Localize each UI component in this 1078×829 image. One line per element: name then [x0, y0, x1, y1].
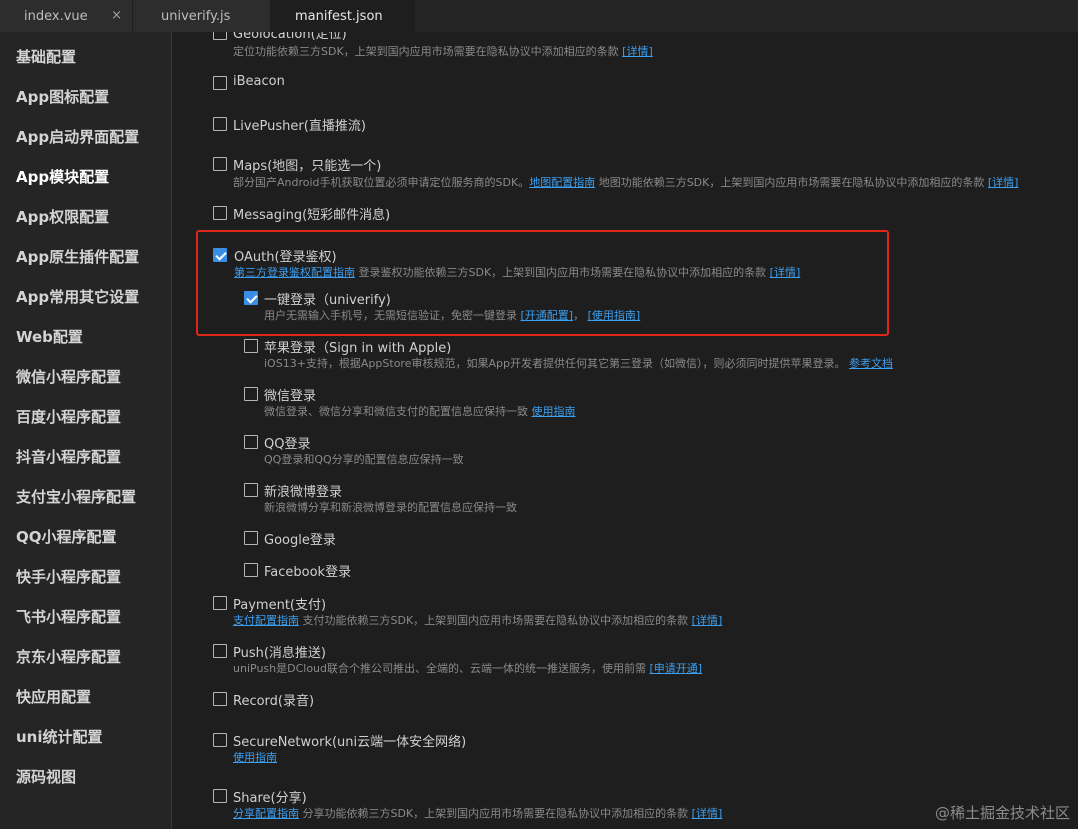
sina-login-checkbox[interactable]	[244, 483, 258, 497]
google-login-checkbox[interactable]	[244, 531, 258, 545]
push-apply-link[interactable]: [申请开通]	[650, 662, 703, 675]
univerify-title: 一键登录（univerify)	[264, 293, 391, 308]
tab-manifest-json[interactable]: manifest.json	[271, 0, 415, 32]
facebook-login-title: Facebook登录	[264, 565, 352, 580]
sidebar-item-kuaishou-mp[interactable]: 快手小程序配置	[16, 566, 121, 587]
oauth-desc: 第三方登录鉴权配置指南 登录鉴权功能依赖三方SDK，上架到国内应用市场需要在隐私…	[234, 266, 801, 279]
push-desc: uniPush是DCloud联合个推公司推出、全端的、云端一体的统一推送服务，使…	[233, 662, 703, 675]
univerify-desc: 用户无需输入手机号，无需短信验证，免密一键登录 [开通配置]， [使用指南]	[264, 309, 641, 322]
payment-guide-link[interactable]: 支付配置指南	[233, 614, 299, 627]
sidebar-item-app-icon[interactable]: App图标配置	[16, 86, 109, 107]
editor-tab-bar: index.vue × univerify.js manifest.json	[0, 0, 1078, 32]
oauth-guide-link[interactable]: 第三方登录鉴权配置指南	[234, 266, 355, 279]
modules-panel: Geolocation(定位) 定位功能依赖三方SDK，上架到国内应用市场需要在…	[173, 32, 1078, 829]
share-guide-link[interactable]: 分享配置指南	[233, 807, 299, 820]
payment-desc: 支付配置指南 支付功能依赖三方SDK，上架到国内应用市场需要在隐私协议中添加相应…	[233, 614, 723, 627]
payment-detail-link[interactable]: [详情]	[692, 614, 723, 627]
record-checkbox[interactable]	[213, 692, 227, 706]
sidebar-item-app-permissions[interactable]: App权限配置	[16, 206, 109, 227]
weixin-login-title: 微信登录	[264, 389, 317, 404]
push-title: Push(消息推送)	[233, 646, 327, 661]
qq-login-title: QQ登录	[264, 437, 311, 452]
ibeacon-title: iBeacon	[233, 74, 285, 89]
sidebar-item-app-splash[interactable]: App启动界面配置	[16, 126, 139, 147]
weixin-guide-link[interactable]: 使用指南	[532, 405, 576, 418]
tab-label: manifest.json	[295, 8, 383, 24]
config-sidebar: 基础配置 App图标配置 App启动界面配置 App模块配置 App权限配置 A…	[0, 32, 172, 829]
geolocation-desc: 定位功能依赖三方SDK，上架到国内应用市场需要在隐私协议中添加相应的条款 [详情…	[233, 45, 653, 58]
sidebar-item-douyin-mp[interactable]: 抖音小程序配置	[16, 446, 121, 467]
sidebar-item-feishu-mp[interactable]: 飞书小程序配置	[16, 606, 121, 627]
sidebar-item-app-native-plugins[interactable]: App原生插件配置	[16, 246, 139, 267]
sidebar-item-alipay-mp[interactable]: 支付宝小程序配置	[16, 486, 136, 507]
share-desc: 分享配置指南 分享功能依赖三方SDK，上架到国内应用市场需要在隐私协议中添加相应…	[233, 807, 723, 820]
oauth-title: OAuth(登录鉴权)	[234, 250, 337, 265]
geolocation-checkbox[interactable]	[213, 32, 227, 40]
sidebar-item-app-modules[interactable]: App模块配置	[16, 166, 109, 187]
messaging-title: Messaging(短彩邮件消息)	[233, 208, 391, 223]
qq-login-checkbox[interactable]	[244, 435, 258, 449]
oauth-detail-link[interactable]: [详情]	[770, 266, 801, 279]
sidebar-item-basic[interactable]: 基础配置	[16, 46, 76, 67]
sidebar-item-qq-mp[interactable]: QQ小程序配置	[16, 526, 117, 547]
share-detail-link[interactable]: [详情]	[692, 807, 723, 820]
maps-checkbox[interactable]	[213, 157, 227, 171]
maps-title: Maps(地图，只能选一个)	[233, 159, 382, 174]
securenetwork-desc: 使用指南	[233, 749, 277, 765]
oauth-checkbox[interactable]	[213, 248, 227, 262]
geolocation-detail-link[interactable]: [详情]	[622, 45, 653, 58]
push-checkbox[interactable]	[213, 644, 227, 658]
payment-title: Payment(支付)	[233, 598, 327, 613]
sidebar-item-source-view[interactable]: 源码视图	[16, 766, 76, 787]
facebook-login-checkbox[interactable]	[244, 563, 258, 577]
maps-detail-link[interactable]: [详情]	[988, 176, 1019, 189]
securenetwork-checkbox[interactable]	[213, 733, 227, 747]
livepusher-title: LivePusher(直播推流)	[233, 119, 366, 134]
sidebar-item-app-other-settings[interactable]: App常用其它设置	[16, 286, 139, 307]
tab-index-vue[interactable]: index.vue ×	[0, 0, 133, 32]
messaging-checkbox[interactable]	[213, 206, 227, 220]
univerify-guide-link[interactable]: [使用指南]	[588, 309, 641, 322]
close-icon[interactable]: ×	[111, 8, 122, 23]
sidebar-item-weixin-mp[interactable]: 微信小程序配置	[16, 366, 121, 387]
apple-login-checkbox[interactable]	[244, 339, 258, 353]
sidebar-item-web[interactable]: Web配置	[16, 326, 83, 347]
sina-login-title: 新浪微博登录	[264, 485, 343, 500]
sidebar-item-uni-stat[interactable]: uni统计配置	[16, 726, 103, 747]
maps-desc: 部分国产Android手机获取位置必须申请定位服务商的SDK。地图配置指南 地图…	[233, 176, 1019, 189]
livepusher-checkbox[interactable]	[213, 117, 227, 131]
univerify-checkbox[interactable]	[244, 291, 258, 305]
securenetwork-guide-link[interactable]: 使用指南	[233, 751, 277, 764]
ibeacon-checkbox[interactable]	[213, 76, 227, 90]
maps-guide-link[interactable]: 地图配置指南	[529, 176, 595, 189]
qq-login-desc: QQ登录和QQ分享的配置信息应保持一致	[264, 453, 464, 466]
weixin-login-checkbox[interactable]	[244, 387, 258, 401]
record-title: Record(录音)	[233, 694, 315, 709]
share-title: Share(分享)	[233, 791, 307, 806]
weixin-login-desc: 微信登录、微信分享和微信支付的配置信息应保持一致 使用指南	[264, 405, 576, 418]
sidebar-item-baidu-mp[interactable]: 百度小程序配置	[16, 406, 121, 427]
sidebar-item-quickapp[interactable]: 快应用配置	[16, 686, 91, 707]
apple-login-desc: iOS13+支持，根据AppStore审核规范，如果App开发者提供任何其它第三…	[264, 357, 893, 370]
securenetwork-title: SecureNetwork(uni云端一体安全网络)	[233, 735, 467, 750]
share-checkbox[interactable]	[213, 789, 227, 803]
tab-univerify-js[interactable]: univerify.js	[133, 0, 271, 32]
apple-docs-link[interactable]: 参考文档	[849, 357, 893, 370]
sina-login-desc: 新浪微博分享和新浪微博登录的配置信息应保持一致	[264, 501, 517, 514]
geolocation-title: Geolocation(定位)	[233, 32, 347, 42]
google-login-title: Google登录	[264, 533, 336, 548]
tab-label: univerify.js	[161, 8, 231, 24]
tab-label: index.vue	[24, 8, 88, 24]
payment-checkbox[interactable]	[213, 596, 227, 610]
watermark: @稀土掘金技术社区	[934, 804, 1070, 822]
apple-login-title: 苹果登录（Sign in with Apple)	[264, 341, 452, 356]
univerify-open-config-link[interactable]: [开通配置]	[521, 309, 574, 322]
sidebar-item-jd-mp[interactable]: 京东小程序配置	[16, 646, 121, 667]
